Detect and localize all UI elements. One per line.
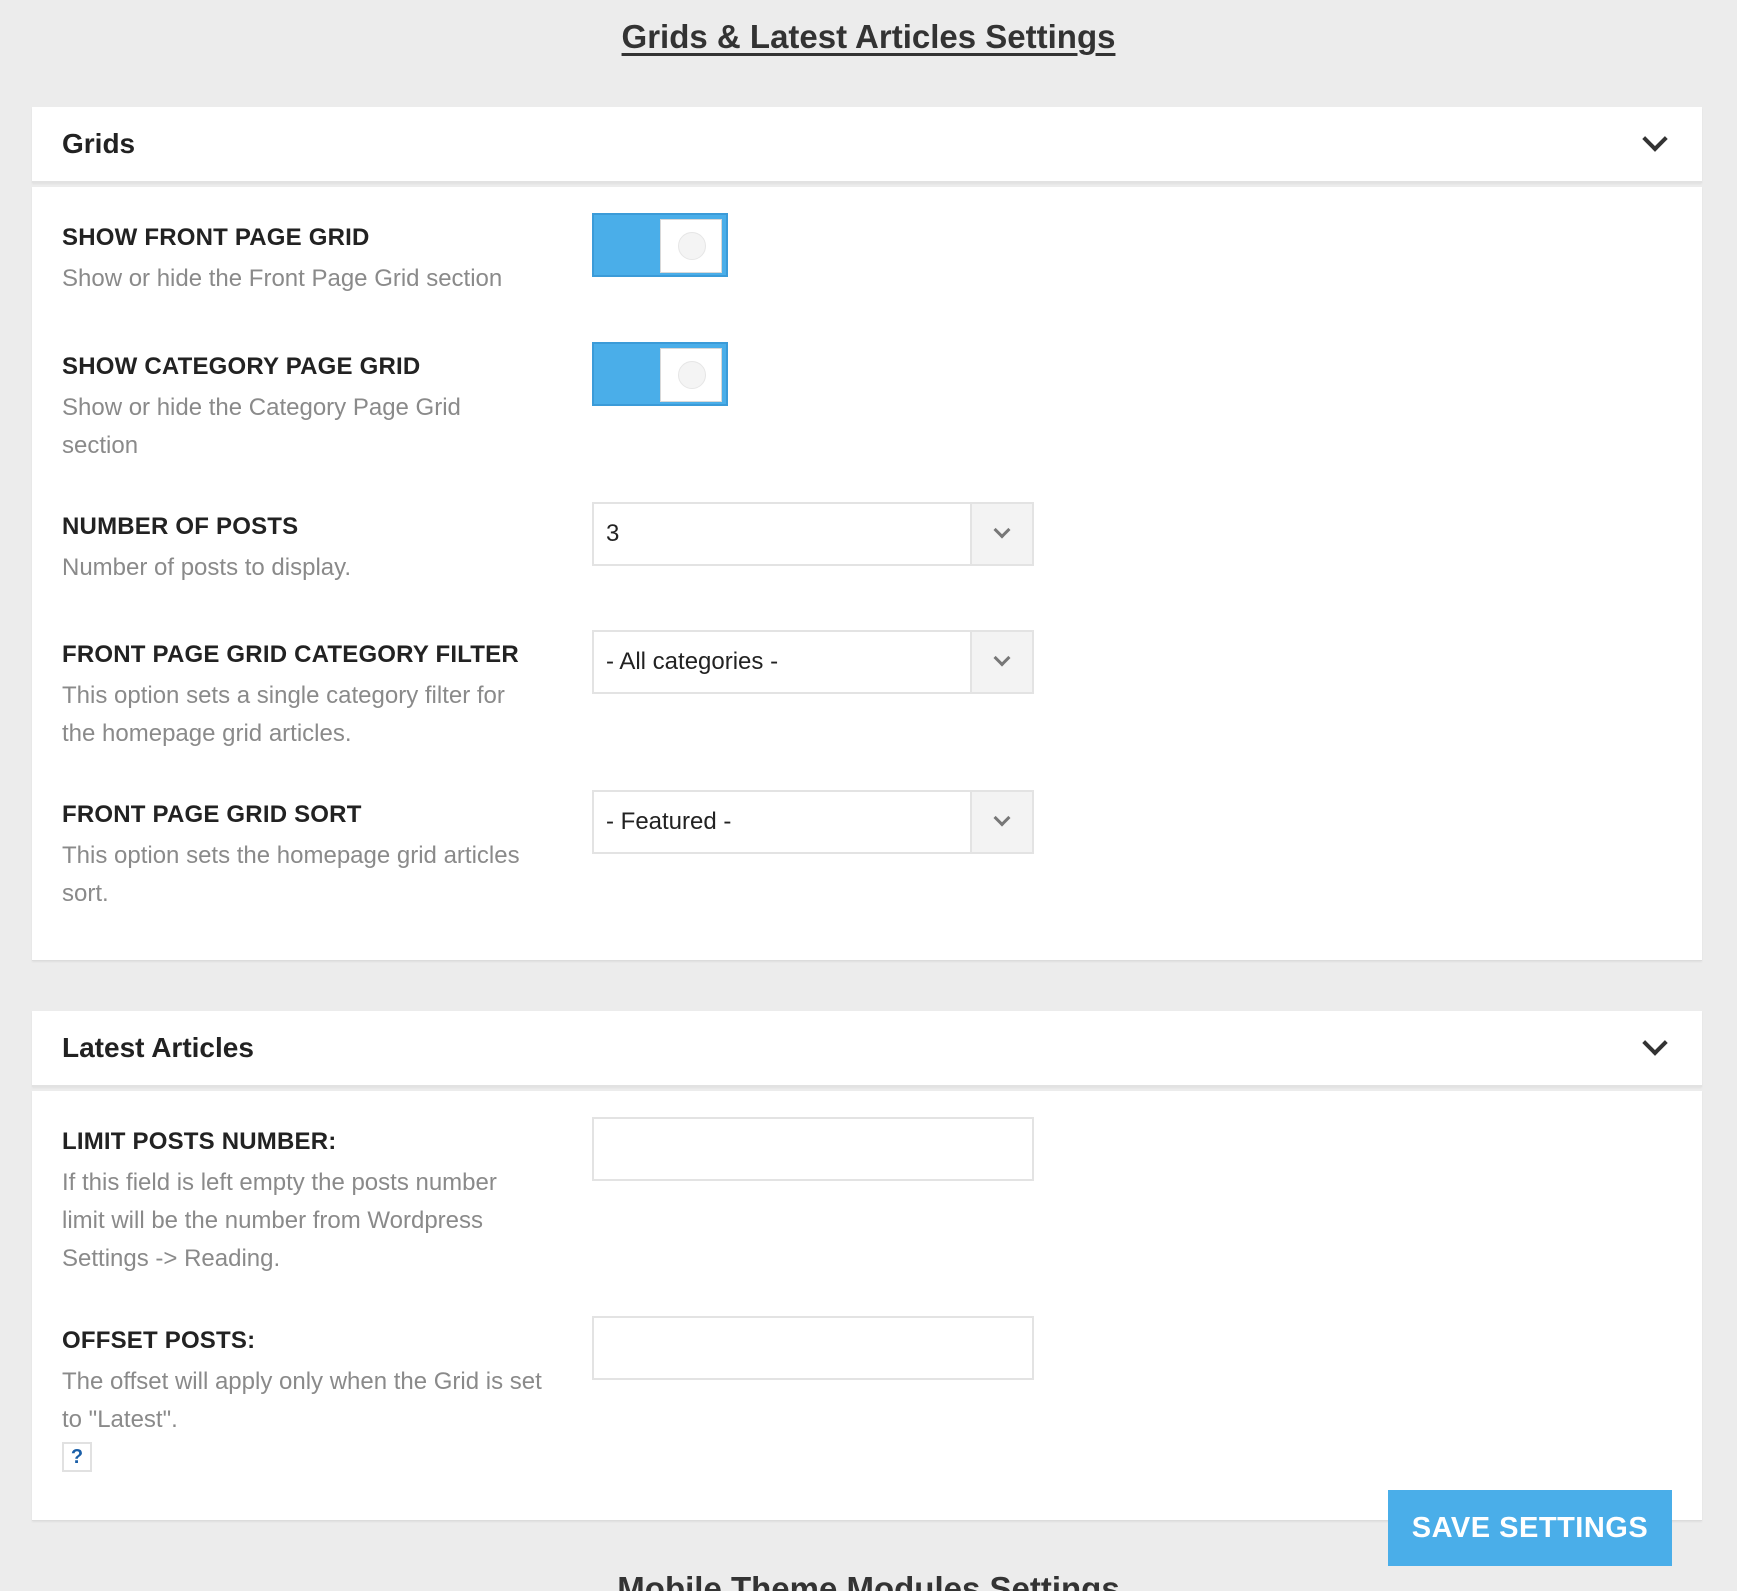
page-title: Grids & Latest Articles Settings — [621, 18, 1116, 55]
setting-row-show-category-page-grid: SHOW CATEGORY PAGE GRID Show or hide the… — [62, 342, 1662, 483]
chevron-down-icon — [993, 809, 1011, 827]
setting-label: SHOW CATEGORY PAGE GRID — [62, 353, 421, 380]
chevron-down-icon[interactable] — [1642, 126, 1668, 152]
show-front-page-grid-toggle[interactable] — [592, 213, 728, 277]
setting-row-offset-posts: OFFSET POSTS: The offset will apply only… — [62, 1316, 1662, 1487]
setting-label: FRONT PAGE GRID SORT — [62, 801, 362, 828]
setting-row-limit-posts: LIMIT POSTS NUMBER: If this field is lef… — [62, 1117, 1662, 1298]
settings-page: Grids & Latest Articles Settings Grids S… — [0, 0, 1737, 1591]
setting-row-category-filter: FRONT PAGE GRID CATEGORY FILTER This opt… — [62, 630, 1662, 771]
setting-row-grid-sort: FRONT PAGE GRID SORT This option sets th… — [62, 790, 1662, 931]
setting-description: This option sets the homepage grid artic… — [62, 842, 520, 907]
setting-row-number-of-posts: NUMBER OF POSTS Number of posts to displ… — [62, 502, 1662, 613]
setting-label: OFFSET POSTS: — [62, 1327, 256, 1354]
setting-label: NUMBER OF POSTS — [62, 513, 299, 540]
select-value: - Featured - — [606, 808, 732, 835]
toggle-knob — [660, 348, 722, 402]
help-icon[interactable]: ? — [62, 1442, 92, 1472]
grid-sort-select[interactable]: - Featured - — [592, 790, 1034, 854]
next-section-title: Mobile Theme Modules Settings — [617, 1570, 1120, 1591]
toggle-knob — [660, 219, 722, 273]
chevron-down-icon — [993, 649, 1011, 667]
setting-label: SHOW FRONT PAGE GRID — [62, 224, 370, 251]
select-dropdown-button[interactable] — [970, 792, 1032, 852]
setting-description: Show or hide the Category Page Grid sect… — [62, 394, 461, 459]
select-dropdown-button[interactable] — [970, 504, 1032, 564]
toggle-knob-dot — [678, 361, 706, 389]
number-of-posts-select[interactable]: 3 — [592, 502, 1034, 566]
setting-row-show-front-page-grid: SHOW FRONT PAGE GRID Show or hide the Fr… — [62, 213, 1662, 324]
setting-label: FRONT PAGE GRID CATEGORY FILTER — [62, 641, 519, 668]
setting-description: Number of posts to display. — [62, 554, 352, 581]
toggle-knob-dot — [678, 232, 706, 260]
setting-description: Show or hide the Front Page Grid section — [62, 265, 503, 292]
chevron-down-icon[interactable] — [1642, 1030, 1668, 1056]
grids-panel-body: SHOW FRONT PAGE GRID Show or hide the Fr… — [32, 187, 1702, 961]
offset-posts-input[interactable] — [592, 1316, 1034, 1380]
grids-panel-header[interactable]: Grids — [32, 107, 1702, 183]
latest-articles-panel-title: Latest Articles — [62, 1032, 254, 1063]
setting-description: The offset will apply only when the Grid… — [62, 1368, 542, 1433]
setting-label: LIMIT POSTS NUMBER: — [62, 1128, 337, 1155]
latest-articles-panel-body: LIMIT POSTS NUMBER: If this field is lef… — [32, 1091, 1702, 1521]
chevron-down-icon — [993, 521, 1011, 539]
grids-panel-title: Grids — [62, 128, 136, 159]
limit-posts-input[interactable] — [592, 1117, 1034, 1181]
setting-description: This option sets a single category filte… — [62, 682, 505, 747]
save-settings-button[interactable]: SAVE SETTINGS — [1388, 1490, 1672, 1566]
setting-description: If this field is left empty the posts nu… — [62, 1169, 497, 1272]
select-value: - All categories - — [606, 648, 779, 675]
select-value: 3 — [606, 520, 620, 547]
latest-articles-panel-header[interactable]: Latest Articles — [32, 1011, 1702, 1087]
category-filter-select[interactable]: - All categories - — [592, 630, 1034, 694]
show-category-page-grid-toggle[interactable] — [592, 342, 728, 406]
select-dropdown-button[interactable] — [970, 632, 1032, 692]
